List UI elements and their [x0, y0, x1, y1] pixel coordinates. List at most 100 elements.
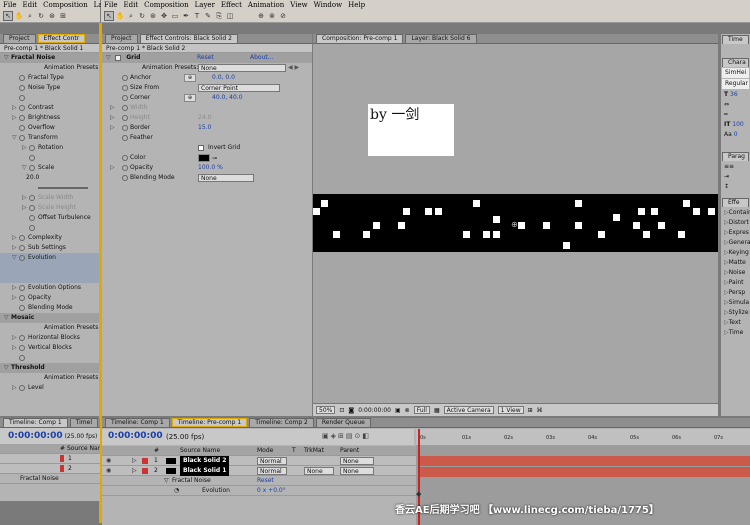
effects-category-item[interactable]: ▷Keying	[721, 248, 750, 258]
layer-bar[interactable]	[418, 456, 750, 466]
stopwatch-icon[interactable]: ◔	[174, 486, 179, 496]
stopwatch-icon[interactable]	[122, 165, 128, 171]
layer-row[interactable]: ◉ ▷ 2 Black Solid 1 Normal None None	[102, 466, 416, 476]
disclosure-triangle-icon[interactable]: ▷	[22, 203, 29, 213]
effect-property-row[interactable]	[0, 223, 100, 233]
parent-dropdown[interactable]: None	[340, 467, 374, 475]
effect-property-row[interactable]: ▷ Opacity	[0, 293, 100, 303]
label-color-swatch[interactable]	[142, 468, 148, 474]
grid-property-row[interactable]: ▷ Width	[102, 103, 312, 113]
selection-tool-icon[interactable]: ↖	[3, 11, 13, 21]
tab-render-queue[interactable]: Render Queue	[315, 418, 371, 427]
evolution-value[interactable]: 0 x +0.0°	[257, 486, 286, 496]
effect-property-row[interactable]: Blending Mode	[0, 303, 100, 313]
effect-subrow[interactable]: ▽ Fractal Noise Reset	[102, 476, 416, 486]
property-value[interactable]: 15.0	[198, 123, 211, 133]
grid-property-row[interactable]: Blending Mode None	[102, 173, 312, 183]
layer-row[interactable]: 1	[0, 454, 100, 464]
stopwatch-icon[interactable]	[122, 125, 128, 131]
effect-property-row[interactable]: Animation Presets:	[0, 323, 100, 333]
effect-property-row[interactable]: ▷ Complexity	[0, 233, 100, 243]
menu-item[interactable]: File	[104, 1, 117, 9]
menu-item[interactable]: View	[290, 1, 307, 9]
disclosure-triangle-icon[interactable]: ▽	[12, 133, 19, 143]
stopwatch-icon[interactable]	[122, 175, 128, 181]
channel-icon[interactable]: ⊗	[405, 407, 410, 414]
pen-tool-icon[interactable]: ✒	[181, 11, 191, 21]
disclosure-triangle-icon[interactable]: ▽	[4, 53, 11, 63]
tab-time-controls[interactable]: Time	[722, 35, 749, 44]
grid-property-row[interactable]: Color ⊸	[102, 153, 312, 163]
expand-triangle-icon[interactable]: ▷	[132, 466, 137, 476]
effect-property-row[interactable]: ▷ Horizontal Blocks	[0, 333, 100, 343]
tab-layer-black-solid-6[interactable]: Layer: Black Solid 6	[405, 34, 477, 43]
point-crosshair-icon[interactable]: ⊕	[184, 94, 196, 102]
tab-timeline-pre-comp-1[interactable]: Timeline: Pre-comp 1	[171, 418, 248, 427]
stopwatch-icon[interactable]	[29, 154, 35, 161]
rotate-tool-icon[interactable]: ↻	[36, 11, 46, 21]
effect-property-row[interactable]: ▽ Fractal Noise	[0, 53, 100, 63]
tab-timeline-comp-2[interactable]: Timeline: Comp 2	[249, 418, 314, 427]
menu-item[interactable]: Layer	[195, 1, 215, 9]
disclosure-triangle-icon[interactable]: ▷	[110, 103, 117, 113]
effect-property-row[interactable]: ▷ Vertical Blocks	[0, 343, 100, 353]
draft-3d-icon[interactable]: ⌘	[537, 407, 543, 414]
comp-viewer-canvas[interactable]: ⊕	[313, 194, 718, 252]
effect-header-grid[interactable]: ▽ Grid Reset About...	[102, 53, 312, 63]
disclosure-triangle-icon[interactable]: ▽	[4, 313, 11, 323]
selection-tool-icon[interactable]: ↖	[104, 11, 114, 21]
disclosure-triangle-icon[interactable]: ▽	[4, 363, 11, 373]
disclosure-triangle-icon[interactable]: ▷	[12, 243, 19, 253]
property-value[interactable]: 40.0, 40.0	[212, 93, 243, 103]
stopwatch-icon[interactable]	[122, 95, 128, 101]
camera-icon[interactable]: ▣	[395, 407, 401, 414]
view-axis-icon[interactable]: ⊘	[278, 11, 288, 21]
safe-zones-icon[interactable]: ⊡	[339, 407, 344, 414]
stopwatch-icon[interactable]	[19, 384, 25, 391]
invert-grid-checkbox[interactable]	[198, 145, 204, 151]
effects-category-item[interactable]: ▷Stylize	[721, 308, 750, 318]
stopwatch-icon[interactable]	[19, 94, 25, 101]
scale-slider[interactable]	[38, 186, 88, 189]
effect-property-row[interactable]: ▽ Evolution	[0, 253, 100, 263]
effects-category-item[interactable]: ▷Simula	[721, 298, 750, 308]
pan-behind-tool-icon[interactable]: ✥	[159, 11, 169, 21]
quality-dropdown[interactable]: Full	[413, 406, 430, 414]
visibility-eye-icon[interactable]: ◉	[106, 456, 111, 466]
stopwatch-icon[interactable]	[19, 234, 25, 241]
eyedropper-icon[interactable]: ⊸	[212, 154, 217, 163]
stopwatch-icon[interactable]	[19, 304, 25, 311]
menu-item[interactable]: Animation	[248, 1, 284, 9]
expand-triangle-icon[interactable]: ▷	[132, 456, 137, 466]
stopwatch-icon[interactable]	[19, 254, 25, 261]
stopwatch-icon[interactable]	[29, 144, 35, 151]
effect-property-row[interactable]: ▷ Evolution Options	[0, 283, 100, 293]
stopwatch-icon[interactable]	[19, 84, 25, 91]
orbit-tool-icon[interactable]: ⊛	[47, 11, 57, 21]
zoom-tool-icon[interactable]: ⌕	[126, 11, 136, 21]
effect-property-row[interactable]: Fractal Type	[0, 73, 100, 83]
effect-property-row[interactable]	[0, 153, 100, 163]
timeline-switch-icons[interactable]: ▣◈⊞▤⊙◧	[322, 432, 371, 440]
effect-property-row[interactable]: ▷ Scale Width	[0, 193, 100, 203]
effect-property-row[interactable]: Animation Presets:	[0, 63, 100, 73]
stopwatch-icon[interactable]	[122, 75, 128, 81]
tab-timeline-partial[interactable]: Timel	[69, 418, 98, 427]
menu-item[interactable]: Composition	[144, 1, 189, 9]
layer-row[interactable]: ◉ ▷ 1 Black Solid 2 Normal None	[102, 456, 416, 466]
font-family-field[interactable]: SimHei	[722, 68, 749, 78]
effect-property-row[interactable]: ▷ Level	[0, 383, 100, 393]
camera-dropdown[interactable]: Active Camera	[443, 406, 494, 414]
tab-project[interactable]: Project	[105, 34, 138, 43]
property-value[interactable]: None	[198, 174, 254, 182]
menu-item[interactable]: Effect	[221, 1, 242, 9]
stopwatch-icon[interactable]	[19, 104, 25, 111]
property-value[interactable]: 100.0 %	[198, 163, 223, 173]
stopwatch-icon[interactable]	[19, 134, 25, 141]
stopwatch-icon[interactable]	[19, 354, 25, 361]
disclosure-triangle-icon[interactable]: ▽	[22, 163, 29, 173]
disclosure-triangle-icon[interactable]: ▷	[12, 343, 19, 353]
view-dropdown[interactable]: 1 View	[497, 406, 524, 414]
grid-property-row[interactable]: Anchor ⊕ 0.0, 0.0	[102, 73, 312, 83]
grid-property-row[interactable]: Size From Corner Point	[102, 83, 312, 93]
